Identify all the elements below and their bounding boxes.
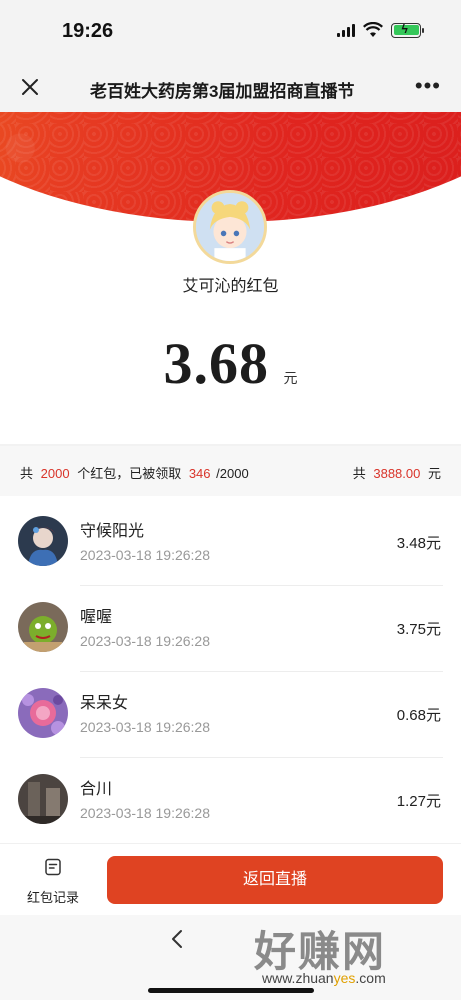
more-options-icon[interactable]: ••• xyxy=(415,75,441,97)
received-amount: 3.68 xyxy=(163,331,270,396)
claim-amount: 3.75元 xyxy=(396,621,441,638)
claim-time: 2023-03-18 19:26:28 xyxy=(80,633,210,649)
site-watermark: 好赚网 www.zhuanyes.com xyxy=(250,918,450,988)
list-item[interactable]: 合川 2023-03-18 19:26:28 1.27元 xyxy=(0,758,461,844)
claimer-name: 合川 xyxy=(80,781,113,798)
wifi-icon xyxy=(363,22,383,37)
avatar xyxy=(18,688,68,738)
bottom-action-bar: 红包记录 返回直播 xyxy=(0,843,461,915)
list-item[interactable]: 呆呆女 2023-03-18 19:26:28 0.68元 xyxy=(0,672,461,758)
claim-time: 2023-03-18 19:26:28 xyxy=(80,719,210,735)
battery-icon: ϟ xyxy=(391,22,424,38)
claim-time: 2023-03-18 19:26:28 xyxy=(80,547,210,563)
claim-amount: 1.27元 xyxy=(396,793,441,810)
status-bar: 19:26 ϟ xyxy=(0,0,461,62)
avatar xyxy=(18,602,68,652)
status-icons: ϟ xyxy=(337,22,424,38)
total-amount-summary: 共 3888.00 元 xyxy=(352,466,441,481)
claimer-name: 喔喔 xyxy=(80,609,113,626)
sender-name: 艾可沁的红包 xyxy=(182,278,279,295)
nav-bar: 老百姓大药房第3届加盟招商直播节 ••• xyxy=(0,62,461,112)
document-icon xyxy=(45,858,61,876)
total-count: 2000 xyxy=(40,466,70,481)
summary-bar: 共 2000 个红包，已被领取 346 /2000 共 3888.00 元 xyxy=(0,446,461,496)
claimed-count: 346 xyxy=(188,466,211,481)
back-to-live-button[interactable]: 返回直播 xyxy=(107,856,443,904)
list-item[interactable]: 喔喔 2023-03-18 19:26:28 3.75元 xyxy=(0,586,461,672)
claim-amount: 3.48元 xyxy=(396,535,441,552)
sender-avatar xyxy=(193,190,267,264)
records-label: 红包记录 xyxy=(26,890,79,905)
home-indicator xyxy=(148,988,314,993)
watermark-url: www.zhuanyes.com xyxy=(262,970,386,986)
status-time: 19:26 xyxy=(62,20,114,42)
claimer-name: 呆呆女 xyxy=(80,695,129,712)
amount-row: 3.68 元 xyxy=(0,330,461,400)
claim-time: 2023-03-18 19:26:28 xyxy=(80,805,210,821)
claim-record-list: 守候阳光 2023-03-18 19:26:28 3.48元 喔喔 2023-0… xyxy=(0,500,461,844)
back-arrow-icon[interactable] xyxy=(166,927,190,951)
claimer-name: 守候阳光 xyxy=(80,523,145,540)
claim-summary: 共 2000 个红包，已被领取 346 /2000 xyxy=(20,466,249,481)
cellular-signal-icon xyxy=(337,23,355,37)
amount-unit: 元 xyxy=(283,370,298,386)
list-item[interactable]: 守候阳光 2023-03-18 19:26:28 3.48元 xyxy=(0,500,461,586)
page-title: 老百姓大药房第3届加盟招商直播节 xyxy=(90,82,355,101)
avatar xyxy=(18,516,68,566)
total-amount: 3888.00 xyxy=(373,466,421,481)
close-icon[interactable] xyxy=(18,75,42,99)
red-packet-records-button[interactable]: 红包记录 xyxy=(18,858,88,906)
avatar xyxy=(18,774,68,824)
claim-amount: 0.68元 xyxy=(396,707,441,724)
